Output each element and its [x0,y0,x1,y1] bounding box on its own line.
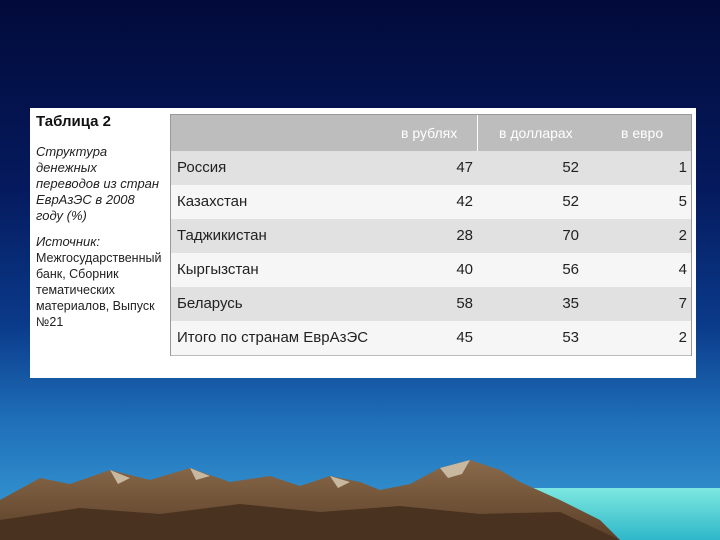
eur-cell: 2 [678,227,687,244]
header-rub: в рублях [401,125,458,141]
table-caption: Таблица 2 Структура денежных переводов и… [36,114,164,330]
country-cell: Кыргызстан [177,261,259,278]
data-table: в рублях в долларах в евро Россия 47 52 … [170,114,692,356]
table-description: Структура денежных переводов из стран Ев… [36,144,160,223]
country-cell: Итого по странам ЕврАзЭС [177,329,369,346]
table-row: Кыргызстан 40 56 4 [171,253,691,288]
table-row: Итого по странам ЕврАзЭС 45 53 2 [171,321,691,356]
table-row: Беларусь 58 35 7 [171,287,691,322]
table-card: Таблица 2 Структура денежных переводов и… [30,108,696,378]
country-cell: Таджикистан [177,227,267,244]
header-usd: в долларах [499,125,573,141]
table-title: Таблица 2 [36,113,112,130]
rub-cell: 45 [456,329,473,346]
country-cell: Беларусь [177,295,243,312]
usd-cell: 52 [562,159,579,176]
table-header: в рублях в долларах в евро [171,115,691,152]
table-row: Россия 47 52 1 [171,151,691,186]
usd-cell: 52 [562,193,579,210]
rub-cell: 58 [456,295,473,312]
country-cell: Россия [177,159,227,176]
header-divider [477,115,478,151]
eur-cell: 4 [678,261,687,278]
usd-cell: 56 [562,261,579,278]
usd-cell: 53 [562,329,579,346]
rub-cell: 47 [456,159,473,176]
source-text: Межгосударственный банк, Сборник тематич… [36,251,162,329]
rub-cell: 42 [456,193,473,210]
rub-cell: 28 [456,227,473,244]
usd-cell: 70 [562,227,579,244]
table-row: Казахстан 42 52 5 [171,185,691,220]
eur-cell: 5 [678,193,687,210]
eur-cell: 7 [678,295,687,312]
usd-cell: 35 [562,295,579,312]
header-eur: в евро [621,125,664,141]
eur-cell: 1 [678,159,687,176]
source-label: Источник: [36,234,100,249]
country-cell: Казахстан [177,193,248,210]
table-row: Таджикистан 28 70 2 [171,219,691,254]
rub-cell: 40 [456,261,473,278]
eur-cell: 2 [678,329,687,346]
